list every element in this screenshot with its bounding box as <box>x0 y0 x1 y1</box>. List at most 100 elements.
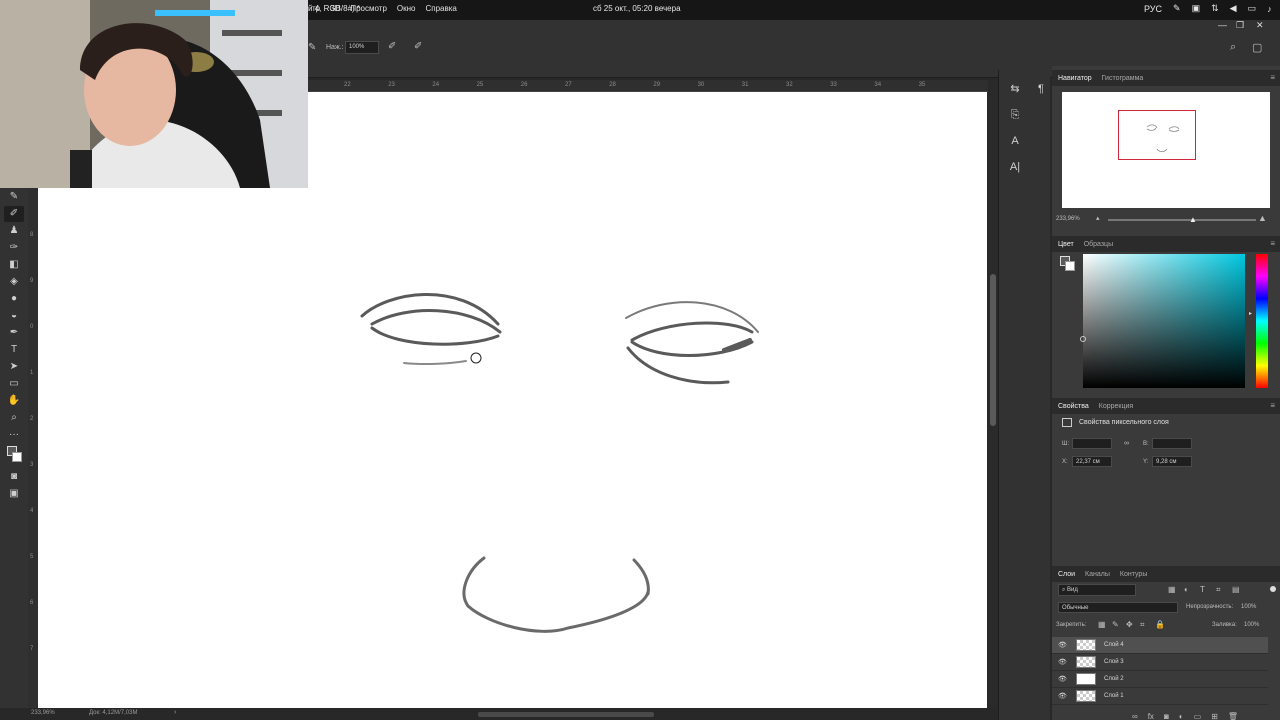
new-layer-icon[interactable]: ⊞ <box>1211 712 1218 720</box>
horizontal-scrollbar-thumb[interactable] <box>478 712 654 717</box>
brush-angle-icon[interactable]: ✎ <box>308 42 316 53</box>
zoom-slider-handle[interactable]: ▲ <box>1189 215 1197 224</box>
filter-pixel-icon[interactable]: ▦ <box>1168 585 1176 594</box>
new-adjustment-icon[interactable]: ◐ <box>1179 712 1184 720</box>
rectangle-tool-icon[interactable]: ▭ <box>4 376 24 392</box>
menu-item-view[interactable]: Просмотр <box>350 4 387 13</box>
navigator-zoom[interactable]: 233,96% <box>1056 216 1080 222</box>
history-brush-tool-icon[interactable]: ✑ <box>4 240 24 256</box>
new-group-icon[interactable]: ▭ <box>1194 712 1202 720</box>
eraser-tool-icon[interactable]: ◧ <box>4 257 24 273</box>
background-color-swatch[interactable] <box>12 452 22 462</box>
paragraph-style-icon[interactable]: A| <box>1003 156 1027 178</box>
volume-icon[interactable]: ◀ <box>1230 3 1237 14</box>
delete-layer-icon[interactable]: 🗑 <box>1228 712 1238 720</box>
tab-properties[interactable]: Свойства <box>1058 403 1089 410</box>
zoom-out-icon[interactable]: ▴ <box>1096 214 1100 222</box>
zoom-slider-track[interactable] <box>1108 219 1256 221</box>
tab-histogram[interactable]: Гистограмма <box>1102 75 1144 82</box>
width-field[interactable] <box>1072 438 1112 449</box>
color-background-swatch[interactable] <box>1065 261 1075 271</box>
layer-row[interactable]: 👁 Слой 4 <box>1052 637 1268 654</box>
zoom-tool-icon[interactable]: ⌕ <box>4 410 24 426</box>
canvas-vertical-scrollbar[interactable] <box>988 80 998 708</box>
link-dimensions-icon[interactable]: ∞ <box>1124 440 1129 447</box>
tab-swatches[interactable]: Образцы <box>1084 241 1113 248</box>
network-icon[interactable]: ⇅ <box>1211 3 1219 14</box>
layer-row[interactable]: 👁 Слой 2 <box>1052 671 1268 688</box>
x-field[interactable]: 22,37 см <box>1072 456 1112 467</box>
paragraph-icon[interactable]: ¶ <box>1029 78 1053 100</box>
fill-value[interactable]: 100% <box>1244 622 1259 628</box>
filter-type-icon[interactable]: T <box>1200 585 1205 594</box>
mic-icon[interactable]: ✎ <box>1173 3 1181 14</box>
tab-layers[interactable]: Слои <box>1058 571 1075 578</box>
dodge-tool-icon[interactable]: ◒ <box>4 308 24 324</box>
clone-source-icon[interactable]: ⎘ <box>1003 104 1027 126</box>
visibility-eye-icon[interactable]: 👁 <box>1058 675 1070 683</box>
close-window-icon[interactable]: ✕ <box>1256 20 1264 31</box>
visibility-eye-icon[interactable]: 👁 <box>1058 692 1070 700</box>
minimize-window-icon[interactable]: — <box>1218 20 1227 30</box>
layer-row[interactable]: 👁 Слой 1 <box>1052 688 1268 705</box>
lock-artboard-icon[interactable]: ⌗ <box>1140 620 1145 630</box>
hue-slider[interactable] <box>1256 254 1268 388</box>
opacity-value[interactable]: 100% <box>1241 604 1256 610</box>
visibility-eye-icon[interactable]: 👁 <box>1058 641 1070 649</box>
filter-shape-icon[interactable]: ⌗ <box>1216 585 1221 595</box>
color-swatches[interactable] <box>4 444 24 468</box>
tab-color[interactable]: Цвет <box>1058 241 1074 248</box>
lock-pixels-icon[interactable]: ✎ <box>1112 620 1119 629</box>
tab-adjustments[interactable]: Коррекция <box>1099 403 1133 410</box>
stamp-tool-icon[interactable]: ♟ <box>4 223 24 239</box>
search-icon[interactable]: ⌕ <box>1230 41 1236 54</box>
panel-menu-icon[interactable]: ≡ <box>1270 73 1275 82</box>
status-arrow-icon[interactable]: › <box>174 709 176 716</box>
language-indicator[interactable]: РУС <box>1144 4 1162 14</box>
layer-style-icon[interactable]: fx <box>1148 712 1154 720</box>
lock-transparency-icon[interactable]: ▦ <box>1098 620 1106 629</box>
eyedropper-tool-icon[interactable]: ✎ <box>4 189 24 205</box>
blend-mode-select[interactable]: Обычные <box>1058 602 1178 613</box>
path-selection-tool-icon[interactable]: ➤ <box>4 359 24 375</box>
y-field[interactable]: 9,28 см <box>1152 456 1192 467</box>
notification-bell-icon[interactable]: ♪ <box>1267 4 1272 14</box>
menu-item-help[interactable]: Справка <box>426 4 457 13</box>
filter-toggle[interactable] <box>1270 586 1276 592</box>
pen-tool-icon[interactable]: ✒ <box>4 325 24 341</box>
filter-smart-object-icon[interactable]: ▤ <box>1232 585 1240 594</box>
history-icon[interactable]: ⇆ <box>1003 78 1027 100</box>
lock-all-icon[interactable]: 🔒 <box>1155 620 1165 629</box>
color-field[interactable] <box>1080 254 1245 388</box>
pressure-size-icon[interactable]: ✐ <box>414 41 422 52</box>
layer-filter-select[interactable]: ⌕ Вид <box>1058 584 1136 596</box>
battery-icon[interactable]: ▭ <box>1248 3 1257 14</box>
type-tool-icon[interactable]: T <box>4 342 24 358</box>
add-mask-icon[interactable]: ◙ <box>1164 712 1169 720</box>
link-layers-icon[interactable]: ∞ <box>1132 712 1138 720</box>
character-icon[interactable]: A <box>1003 130 1027 152</box>
tab-navigator[interactable]: Навигатор <box>1058 75 1092 82</box>
paint-bucket-tool-icon[interactable]: ◈ <box>4 274 24 290</box>
airbrush-icon[interactable]: ✐ <box>388 41 396 52</box>
zoom-level[interactable]: 233,96% <box>31 710 55 716</box>
lock-position-icon[interactable]: ✥ <box>1126 620 1133 629</box>
quick-mask-icon[interactable]: ◙ <box>4 469 24 485</box>
navigator-preview[interactable] <box>1062 92 1270 208</box>
tab-paths[interactable]: Контуры <box>1120 571 1147 578</box>
panel-menu-icon[interactable]: ≡ <box>1270 401 1275 410</box>
hand-tool-icon[interactable]: ✋ <box>4 393 24 409</box>
visibility-eye-icon[interactable]: 👁 <box>1058 658 1070 666</box>
hue-slider-arrow[interactable]: ▸ <box>1249 310 1252 317</box>
more-tools-icon[interactable]: ··· <box>4 427 24 443</box>
scrollbar-thumb[interactable] <box>990 274 996 426</box>
workspace-icon[interactable]: ▢ <box>1252 41 1262 54</box>
menu-item-filter[interactable]: тр <box>312 4 320 13</box>
zoom-in-icon[interactable]: ▲ <box>1258 213 1267 223</box>
height-field[interactable] <box>1152 438 1192 449</box>
filter-adjustment-icon[interactable]: ◐ <box>1184 585 1189 594</box>
brush-tool-icon[interactable]: ✐ <box>4 206 24 222</box>
menu-item-window[interactable]: Окно <box>397 4 416 13</box>
tab-channels[interactable]: Каналы <box>1085 571 1110 578</box>
navigator-view-box[interactable] <box>1118 110 1196 160</box>
